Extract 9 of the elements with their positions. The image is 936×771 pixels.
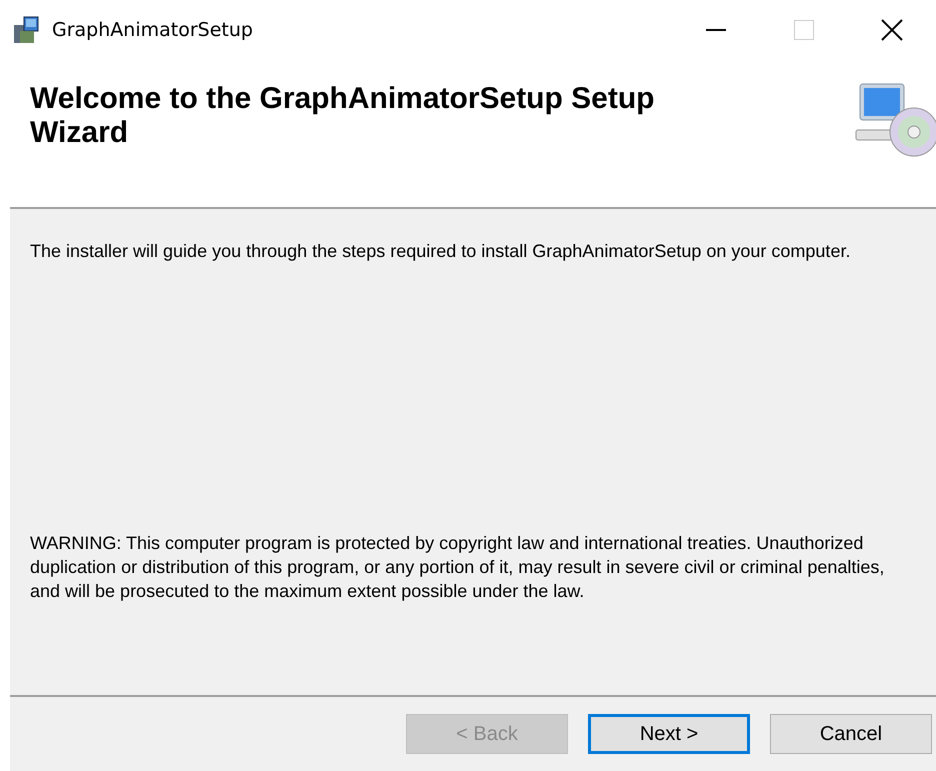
wizard-button[interactable]: Next > [588,714,750,754]
wizard-button[interactable]: Cancel [770,714,932,754]
minimize-icon [706,29,726,31]
warning-text: WARNING: This computer program is protected by copyright law and international treaties. Unauthorized duplication or distribution of this program, or any portion of it, may result in severe civil or criminal penalties, and will be prosecuted to the maximum extent possible under the law. [30,532,886,603]
window-title: GraphAnimatorSetup [52,19,254,41]
wizard-title: Welcome to the GraphAnimatorSetup Setup Wizard [30,82,656,150]
intro-text: The installer will guide you through the steps required to install GraphAnimatorSetup on your computer. [30,240,852,263]
close-icon [881,19,903,41]
maximize-icon [794,20,814,40]
